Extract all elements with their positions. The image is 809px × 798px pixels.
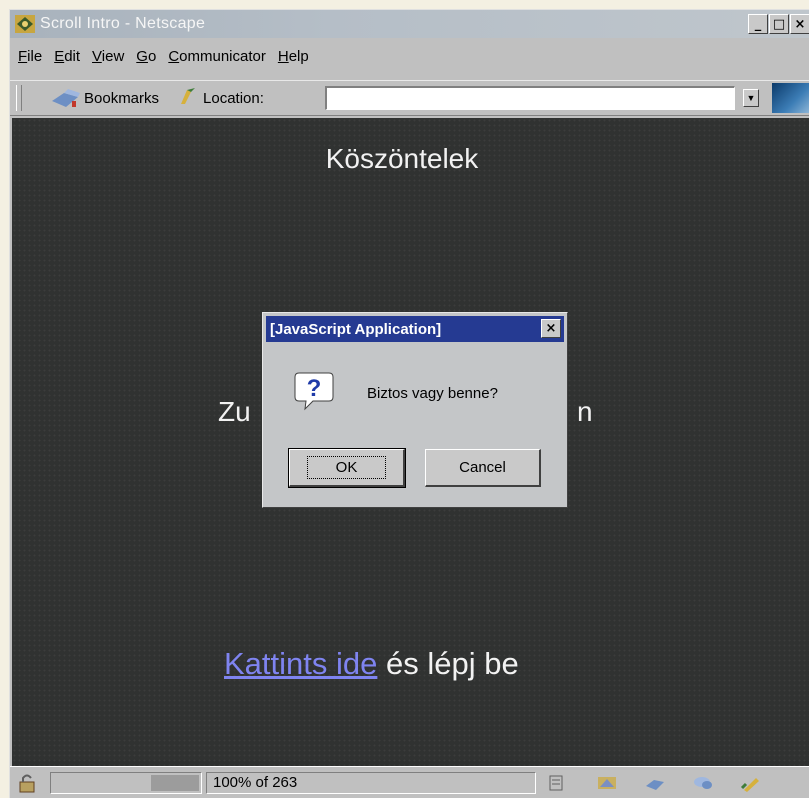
composer-icon[interactable] [740,774,762,792]
menu-help-rest: elp [288,47,309,65]
location-dropdown-icon[interactable]: ▼ [743,89,759,107]
dialog-title-bar[interactable]: [JavaScript Application] × [266,316,564,342]
menu-help-mnemonic: H [277,47,289,65]
menu-bar: File Edit View Go Communicator Help [10,44,809,68]
enter-link[interactable]: Kattints ide [224,646,377,681]
location-icon [177,86,199,110]
menu-edit-mnemonic: E [54,47,65,65]
menu-view[interactable]: View [92,48,124,65]
location-label-group[interactable]: Location: [177,86,264,110]
enter-line-text: és lépj be [377,646,519,681]
location-toolbar: Bookmarks Location: ▼ [10,80,809,116]
question-icon: ? [293,369,335,411]
confirm-dialog: [JavaScript Application] × ? Biztos vagy… [262,312,568,508]
component-bar [540,772,809,794]
toolbar-grip[interactable] [16,85,22,111]
minimize-button[interactable]: _ [748,14,768,34]
menu-view-mnemonic: V [92,47,102,65]
maximize-button[interactable]: □ [769,14,789,34]
dialog-title: [JavaScript Application] [270,320,442,338]
browser-window: Scroll Intro - Netscape _ □ × File Edit … [9,9,809,798]
ok-button-label: OK [306,456,387,479]
bookmarks-icon [50,87,84,109]
menu-communicator-rest: ommunicator [179,47,266,65]
navigator-icon[interactable] [596,774,618,792]
menu-file-rest: ile [27,47,43,65]
obscured-text-right: n [577,396,593,427]
cancel-button[interactable]: Cancel [425,449,541,487]
menu-file[interactable]: File [18,48,42,65]
menu-edit[interactable]: Edit [54,48,80,65]
netscape-app-icon [14,14,36,34]
menu-view-rest: iew [101,47,125,65]
menu-edit-rest: dit [64,47,81,65]
security-lock-icon[interactable] [16,773,40,793]
location-label: Location: [203,89,264,107]
component-grip-icon[interactable] [548,774,570,792]
menu-help[interactable]: Help [278,48,309,65]
close-button[interactable]: × [790,14,809,34]
progress-bar [50,772,202,794]
location-input[interactable] [325,86,735,110]
svg-text:?: ? [307,375,322,402]
menu-communicator-mnemonic: C [168,47,180,65]
obscured-text-left: Zu [218,396,251,427]
netscape-throbber-icon [772,83,809,113]
status-text: 100% of 263 [206,772,536,794]
menu-go-mnemonic: G [136,47,148,65]
bookmarks-label: Bookmarks [84,89,160,107]
dialog-message: Biztos vagy benne? [367,385,498,402]
window-title: Scroll Intro - Netscape [40,15,206,32]
menu-file-mnemonic: F [18,47,28,65]
page-heading: Köszöntelek [325,143,479,174]
menu-communicator[interactable]: Communicator [168,48,266,65]
progress-fill [151,775,199,791]
ok-button[interactable]: OK [288,448,406,488]
discussion-icon[interactable] [692,774,714,792]
dialog-close-button[interactable]: × [541,319,561,338]
bookmarks-button[interactable]: Bookmarks [50,87,159,109]
status-bar: 100% of 263 [10,766,809,798]
menu-go[interactable]: Go [136,48,156,65]
enter-line: Kattints ide és lépj be [224,646,519,682]
mail-icon[interactable] [644,774,666,792]
menu-go-rest: o [147,47,157,65]
title-bar[interactable]: Scroll Intro - Netscape _ □ × [10,10,809,38]
